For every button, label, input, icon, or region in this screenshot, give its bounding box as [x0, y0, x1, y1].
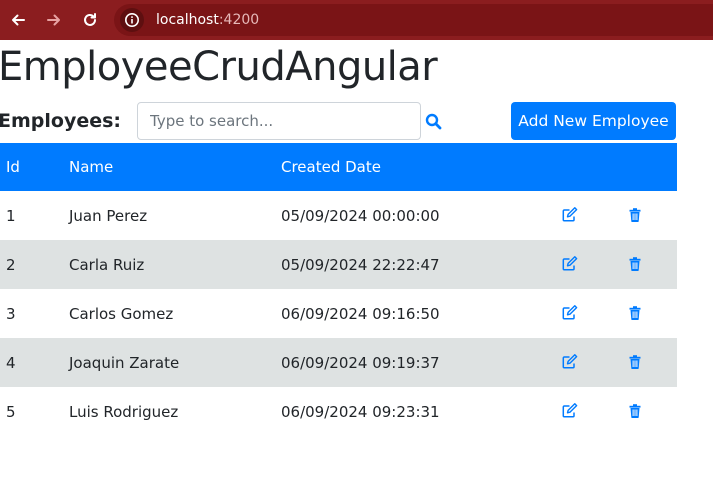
cell-id: 3 — [6, 304, 16, 323]
column-header-name: Name — [69, 158, 114, 176]
url-text: localhost:4200 — [156, 12, 259, 28]
address-bar[interactable]: localhost:4200 — [114, 4, 713, 36]
cell-name: Carla Ruiz — [69, 255, 145, 274]
browser-toolbar: localhost:4200 — [0, 0, 713, 40]
edit-icon[interactable] — [560, 401, 580, 421]
info-icon[interactable] — [120, 8, 144, 32]
page-title: EmployeeCrudAngular — [0, 44, 438, 90]
column-header-created: Created Date — [281, 158, 381, 176]
employees-table: Id Name Created Date 1 Juan Perez 05/09/… — [0, 143, 677, 436]
table-header-row: Id Name Created Date — [0, 143, 677, 191]
edit-icon[interactable] — [560, 205, 580, 225]
trash-icon[interactable] — [625, 205, 645, 225]
table-body: 1 Juan Perez 05/09/2024 00:00:00 2 Carla… — [0, 191, 677, 436]
cell-id: 4 — [6, 353, 16, 372]
cell-id: 5 — [6, 402, 16, 421]
employees-label: Employees: — [0, 110, 122, 132]
cell-name: Carlos Gomez — [69, 304, 174, 323]
cell-name: Joaquin Zarate — [69, 353, 180, 372]
cell-name: Luis Rodriguez — [69, 402, 179, 421]
table-row: 2 Carla Ruiz 05/09/2024 22:22:47 — [0, 240, 677, 289]
edit-icon[interactable] — [560, 303, 580, 323]
column-header-delete — [617, 143, 677, 191]
column-header-id: Id — [6, 158, 20, 176]
table-row: 3 Carlos Gomez 06/09/2024 09:16:50 — [0, 289, 677, 338]
cell-created: 06/09/2024 09:16:50 — [281, 304, 440, 323]
trash-icon[interactable] — [625, 401, 645, 421]
cell-created: 05/09/2024 00:00:00 — [281, 206, 440, 225]
cell-id: 2 — [6, 255, 16, 274]
trash-icon[interactable] — [625, 352, 645, 372]
cell-created: 05/09/2024 22:22:47 — [281, 255, 440, 274]
trash-icon[interactable] — [625, 303, 645, 323]
url-host: localhost — [156, 12, 219, 28]
cell-id: 1 — [6, 206, 16, 225]
search-input[interactable] — [137, 102, 421, 140]
forward-arrow-icon[interactable] — [42, 8, 66, 32]
edit-icon[interactable] — [560, 254, 580, 274]
cell-name: Juan Perez — [69, 206, 148, 225]
table-row: 5 Luis Rodriguez 06/09/2024 09:23:31 — [0, 387, 677, 436]
search-icon[interactable] — [425, 113, 442, 130]
cell-created: 06/09/2024 09:23:31 — [281, 402, 440, 421]
reload-icon[interactable] — [78, 8, 102, 32]
table-row: 4 Joaquin Zarate 06/09/2024 09:19:37 — [0, 338, 677, 387]
column-header-edit — [553, 143, 617, 191]
edit-icon[interactable] — [560, 352, 580, 372]
table-header: Id Name Created Date — [0, 143, 677, 191]
table-row: 1 Juan Perez 05/09/2024 00:00:00 — [0, 191, 677, 240]
back-arrow-icon[interactable] — [6, 8, 30, 32]
url-port: :4200 — [218, 12, 260, 28]
cell-created: 06/09/2024 09:19:37 — [281, 353, 440, 372]
add-employee-button[interactable]: Add New Employee — [511, 102, 676, 140]
trash-icon[interactable] — [625, 254, 645, 274]
